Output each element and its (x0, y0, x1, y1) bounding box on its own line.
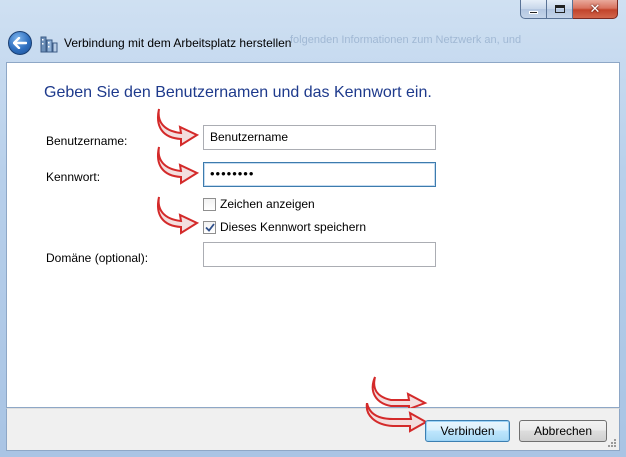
password-mask: •••••••• (210, 166, 255, 181)
wizard-header: Verbindung mit dem Arbeitsplatz herstell… (0, 22, 626, 62)
content-pane: Geben Sie den Benutzernamen und das Kenn… (6, 62, 620, 409)
window-title: Verbindung mit dem Arbeitsplatz herstell… (64, 36, 292, 50)
save-password-checkbox[interactable]: Dieses Kennwort speichern (203, 220, 366, 234)
annotation-arrow-icon (157, 108, 200, 147)
maximize-icon (554, 5, 565, 13)
back-button[interactable] (8, 31, 32, 55)
domain-label: Domäne (optional): (46, 251, 149, 265)
save-password-label: Dieses Kennwort speichern (220, 220, 367, 234)
page-heading: Geben Sie den Benutzernamen und das Kenn… (44, 84, 432, 101)
window-frame: ✕ Verbindung mit dem Arbeitsplatz herste… (0, 0, 626, 457)
minimize-icon (529, 10, 538, 14)
button-bar: Verbinden Abbrechen (6, 403, 620, 451)
window-controls: ✕ (520, 0, 618, 20)
show-chars-checkbox[interactable]: Zeichen anzeigen (203, 197, 315, 211)
annotation-arrow-icon (157, 196, 200, 235)
background-hint-text: folgenden Informationen zum Netzwerk an,… (290, 34, 522, 46)
checkbox-checked-icon (203, 220, 216, 234)
username-label: Benutzername: (46, 134, 128, 148)
password-label: Kennwort: (46, 170, 101, 184)
username-input[interactable]: Benutzername (203, 125, 436, 150)
annotation-arrow-icon (157, 146, 200, 185)
close-icon: ✕ (589, 1, 601, 17)
annotation-arrow-icon (365, 403, 429, 433)
domain-input[interactable] (203, 242, 436, 267)
remote-workplace-icon (40, 36, 58, 53)
resize-grip-icon[interactable] (607, 438, 617, 448)
back-arrow-icon (13, 37, 27, 49)
checkbox-unchecked-icon (203, 197, 216, 211)
close-button[interactable]: ✕ (573, 0, 618, 19)
connect-button[interactable]: Verbinden (425, 420, 510, 442)
show-chars-label: Zeichen anzeigen (220, 197, 315, 211)
cancel-button[interactable]: Abbrechen (519, 420, 607, 442)
minimize-button[interactable] (520, 0, 547, 19)
maximize-button[interactable] (547, 0, 573, 19)
password-input[interactable]: •••••••• (203, 162, 436, 187)
